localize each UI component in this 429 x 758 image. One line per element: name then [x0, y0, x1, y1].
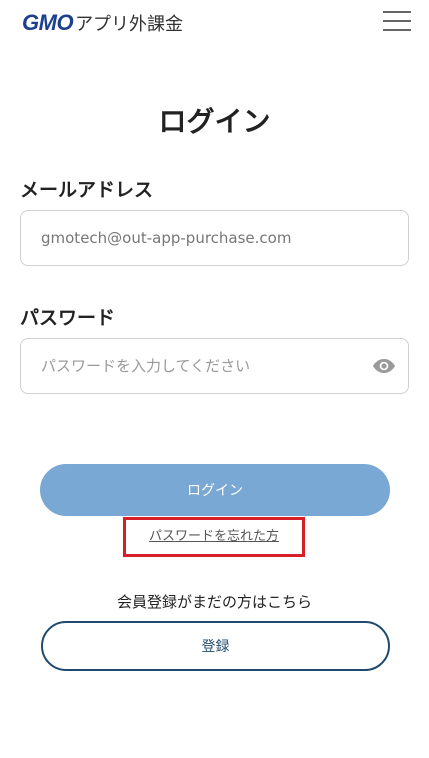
register-button[interactable]: 登録	[41, 621, 390, 671]
logo-text: アプリ外課金	[75, 14, 184, 35]
password-field[interactable]	[41, 339, 371, 393]
register-prompt: 会員登録がまだの方はこちら	[116, 593, 312, 611]
page-title: ログイン	[158, 105, 271, 138]
hamburger-icon[interactable]	[383, 10, 411, 32]
forgot-password-link[interactable]: パスワードを忘れた方	[126, 520, 302, 554]
email-field[interactable]	[41, 211, 371, 265]
app-header: GMO アプリ外課金	[0, 0, 429, 46]
email-label: メールアドレス	[20, 179, 154, 201]
gmo-logo[interactable]: GMO アプリ外課金	[22, 10, 183, 36]
password-label: パスワード	[20, 307, 116, 329]
email-field-container	[20, 210, 409, 266]
logo-mark: GMO	[22, 10, 74, 35]
password-field-container	[20, 338, 409, 394]
login-button[interactable]: ログイン	[40, 464, 390, 516]
eye-icon[interactable]	[372, 357, 396, 375]
